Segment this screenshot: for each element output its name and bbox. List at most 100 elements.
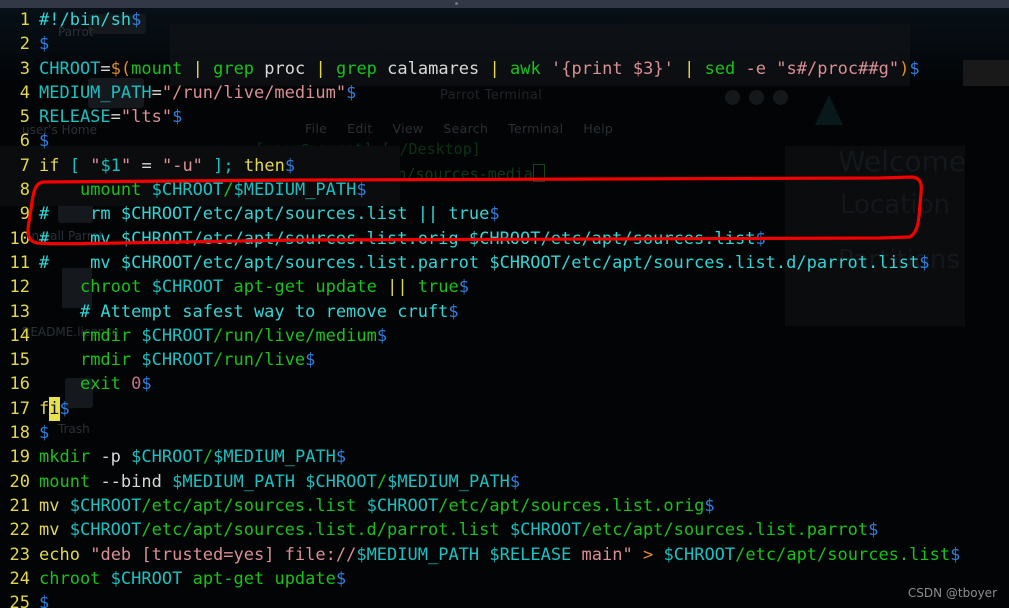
vim-token: rmdir [79, 325, 132, 346]
vim-token [59, 520, 69, 540]
vim-line-number: 1 [19, 10, 30, 30]
vim-token: /etc/apt/sources.list.parrot [581, 520, 869, 541]
vim-line-number: 6 [19, 131, 30, 152]
vim-line[interactable]: 25 $ [0, 591, 1009, 608]
vim-token [735, 59, 745, 79]
vim-token: true [417, 277, 459, 298]
vim-line-number: 12 [9, 277, 30, 298]
vim-line[interactable]: 11 # mv $CHROOT/etc/apt/sources.list.parr… [0, 251, 1009, 275]
vim-line[interactable]: 8 umount $CHROOT/$MEDIUM_PATH$ [0, 178, 1009, 202]
vim-eol-marker: $ [909, 58, 920, 79]
vim-line-number: 9 [19, 204, 30, 225]
vim-line[interactable]: 12 chroot $CHROOT apt-get update || true… [0, 275, 1009, 299]
vim-line[interactable]: 24 chroot $CHROOT apt-get update$ [0, 567, 1009, 591]
vim-line[interactable]: 23 echo "deb [trusted=yes] file://$MEDIUM… [0, 543, 1009, 567]
vim-token [162, 472, 172, 492]
vim-eol-marker: $ [950, 544, 961, 565]
vim-line-number: 15 [9, 350, 30, 371]
vim-line[interactable]: 4 MEDIUM_PATH="/run/live/medium"$ [0, 81, 1009, 105]
vim-token [39, 374, 80, 394]
vim-token: --bind [100, 471, 162, 492]
vim-line[interactable]: 17 fi$ [0, 396, 1009, 422]
vim-token: then [243, 155, 285, 176]
vim-eol-marker: $ [284, 155, 296, 176]
vim-buffer[interactable]: 1 #!/bin/sh$ 2 $3 CHROOT=$(mount | grep proc… [0, 8, 1009, 608]
vim-token [141, 277, 151, 297]
vim-token: $MEDIUM_PATH [387, 471, 510, 492]
vim-token: "-u" [161, 155, 203, 176]
vim-line[interactable]: 22 mv $CHROOT/etc/apt/sources.list.d/parr… [0, 518, 1009, 542]
vim-line[interactable]: 1 #!/bin/sh$ [0, 8, 1009, 32]
vim-token: $1 [100, 155, 121, 176]
vim-token: / [202, 447, 214, 468]
vim-token: -e [745, 58, 767, 79]
vim-token: # mv $CHROOT/etc/apt/sources.list.orig $… [39, 228, 756, 249]
vim-token [182, 59, 192, 79]
vim-line[interactable]: 2 $ [0, 32, 1009, 56]
vim-eol-marker: $ [489, 204, 500, 225]
vim-line-number: 8 [19, 180, 30, 201]
vim-token: "s#/proc##g" [776, 58, 900, 79]
vim-line-number: 18 [9, 423, 30, 444]
vim-line[interactable]: 20 mount --bind $MEDIUM_PATH $CHROOT/$MED… [0, 470, 1009, 494]
vim-token: $MEDIUM_PATH [172, 471, 295, 492]
vim-token: | [192, 58, 203, 79]
vim-token: grep [213, 58, 255, 79]
vim-line[interactable]: 7 if [ "$1" = "-u" ]; then$ [0, 154, 1009, 178]
vim-line[interactable]: 21 mv $CHROOT/etc/apt/sources.list $CHROO… [0, 494, 1009, 518]
vim-token: mv [39, 520, 60, 541]
vim-eol-marker: $ [509, 471, 521, 492]
vim-line-number: 10 [9, 228, 30, 249]
vim-token: " [120, 155, 132, 176]
vim-token [131, 326, 141, 346]
vim-line[interactable]: 15 rmdir $CHROOT/run/live$ [0, 348, 1009, 372]
vim-token [80, 156, 90, 176]
vim-token: apt-get update [192, 568, 336, 589]
vim-line-number: 2 [19, 34, 30, 55]
vim-token: $CHROOT [141, 350, 214, 371]
vim-line[interactable]: 5 RELEASE="lts"$ [0, 105, 1009, 129]
vim-line[interactable]: 19 mkdir -p $CHROOT/$MEDIUM_PATH$ [0, 445, 1009, 469]
vim-eol-marker: $ [919, 252, 930, 273]
vim-eol-marker: $ [141, 374, 152, 395]
vim-token: $RELEASE [489, 544, 572, 565]
vim-token: CHROOT [39, 58, 101, 79]
vim-token [500, 59, 510, 79]
vim-token [100, 569, 110, 589]
vim-token: mount [39, 471, 91, 492]
vim-token: grep [335, 58, 377, 79]
vim-token: $MEDIUM_PATH [233, 180, 357, 201]
vim-token: $MEDIUM_PATH [213, 447, 336, 468]
vim-token: $CHROOT [366, 495, 439, 516]
vim-eol-marker: $ [376, 325, 388, 346]
vim-token [131, 156, 141, 176]
vim-token [571, 545, 581, 565]
vim-line[interactable]: 13 # Attempt safest way to remove cruft$ [0, 300, 1009, 324]
vim-line[interactable]: 16 exit 0$ [0, 372, 1009, 396]
vim-token [39, 350, 80, 370]
vim-line[interactable]: 10 # mv $CHROOT/etc/apt/sources.list.orig… [0, 227, 1009, 251]
vim-token [766, 59, 776, 79]
vim-token: "lts" [120, 107, 173, 128]
vim-line[interactable]: 14 rmdir $CHROOT/run/live/medium$ [0, 324, 1009, 348]
vim-token: umount [79, 180, 142, 201]
vim-token [131, 350, 141, 370]
vim-token [182, 569, 192, 589]
vim-token: #!/bin/sh [39, 10, 132, 30]
vim-line[interactable]: 18 $ [0, 421, 1009, 445]
vim-eol-marker: $ [335, 568, 347, 589]
vim-eol-marker: $ [59, 398, 70, 419]
panel-indicator-dot [455, 2, 458, 5]
vim-token [80, 545, 90, 565]
vim-token: 0 [131, 374, 142, 395]
vim-token: $CHROOT [69, 495, 142, 516]
vim-line-number: 20 [9, 471, 30, 492]
vim-token [59, 156, 69, 176]
vim-token: = [110, 107, 121, 128]
vim-line[interactable]: 9 # rm $CHROOT/etc/apt/sources.list || tr… [0, 202, 1009, 226]
vim-token: $MEDIUM_PATH [356, 544, 480, 565]
vim-token: [ [69, 155, 80, 176]
vim-line[interactable]: 3 CHROOT=$(mount | grep proc | grep calam… [0, 57, 1009, 81]
vim-line[interactable]: 6 $ [0, 129, 1009, 153]
csdn-watermark: CSDN @tboyer [907, 586, 997, 600]
